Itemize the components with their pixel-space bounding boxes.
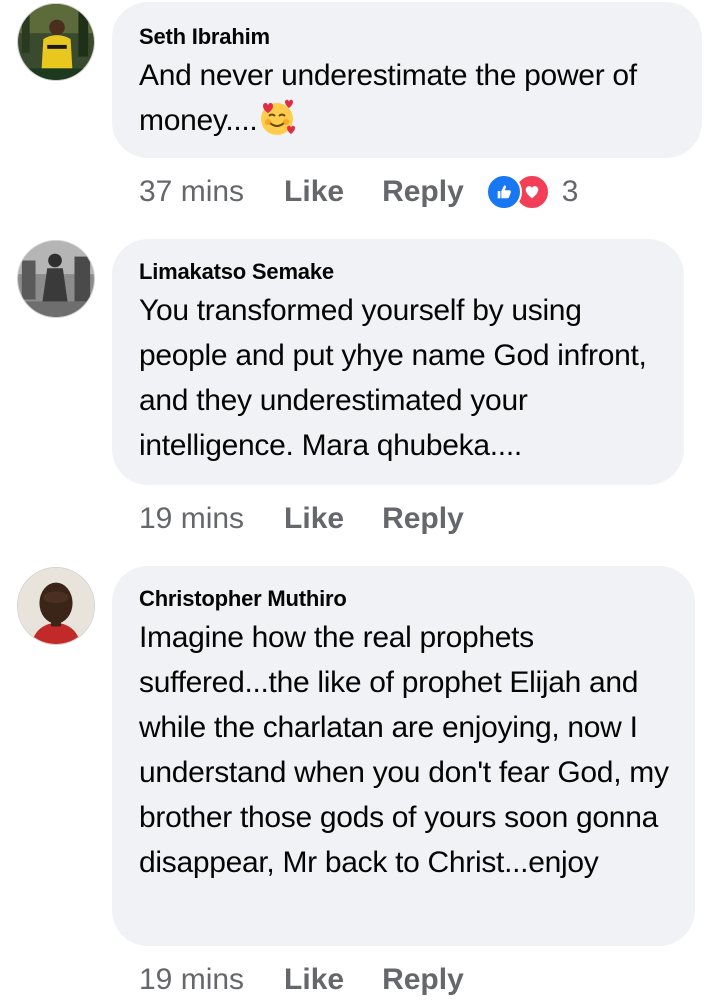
reactions-summary[interactable]: 3 [485, 174, 579, 210]
reaction-count: 3 [561, 175, 579, 208]
comment-bubble: Limakatso Semake You transformed yoursel… [112, 239, 684, 485]
comment-time[interactable]: 37 mins [139, 175, 244, 209]
like-button[interactable]: Like [284, 502, 344, 536]
smiling-face-with-hearts-icon [261, 99, 296, 135]
comment-text: And never underestimate the power of mon… [139, 53, 676, 143]
avatar[interactable] [17, 3, 95, 81]
comment-actions: 19 mins Like Reply [139, 499, 486, 539]
comment-author[interactable]: Seth Ibrahim [139, 24, 676, 50]
reply-button[interactable]: Reply [382, 175, 464, 209]
comment-time[interactable]: 19 mins [139, 502, 244, 536]
comment-text: You transformed yourself by using people… [139, 294, 647, 462]
comment-actions: 37 mins Like Reply 3 [139, 172, 578, 212]
like-button[interactable]: Like [284, 963, 344, 997]
reply-button[interactable]: Reply [382, 502, 464, 536]
comment-bubble: Seth Ibrahim And never underestimate the… [112, 2, 702, 158]
avatar[interactable] [17, 567, 95, 645]
avatar-photo-icon [18, 568, 94, 644]
like-reaction-icon [485, 174, 522, 210]
reply-button[interactable]: Reply [382, 963, 464, 997]
like-button[interactable]: Like [284, 175, 344, 209]
comment-bubble: Christopher Muthiro Imagine how the real… [112, 566, 695, 946]
comment-author[interactable]: Limakatso Semake [139, 259, 658, 285]
avatar[interactable] [17, 240, 95, 318]
comment-time[interactable]: 19 mins [139, 963, 244, 997]
avatar-photo-icon [18, 241, 94, 317]
avatar-photo-icon [18, 4, 94, 80]
comment-text: Imagine how the real prophets suffered..… [139, 621, 669, 879]
comment-actions: 19 mins Like Reply [139, 960, 486, 1000]
comment-text-content: And never underestimate the power of mon… [139, 59, 637, 137]
comment-author[interactable]: Christopher Muthiro [139, 586, 669, 612]
